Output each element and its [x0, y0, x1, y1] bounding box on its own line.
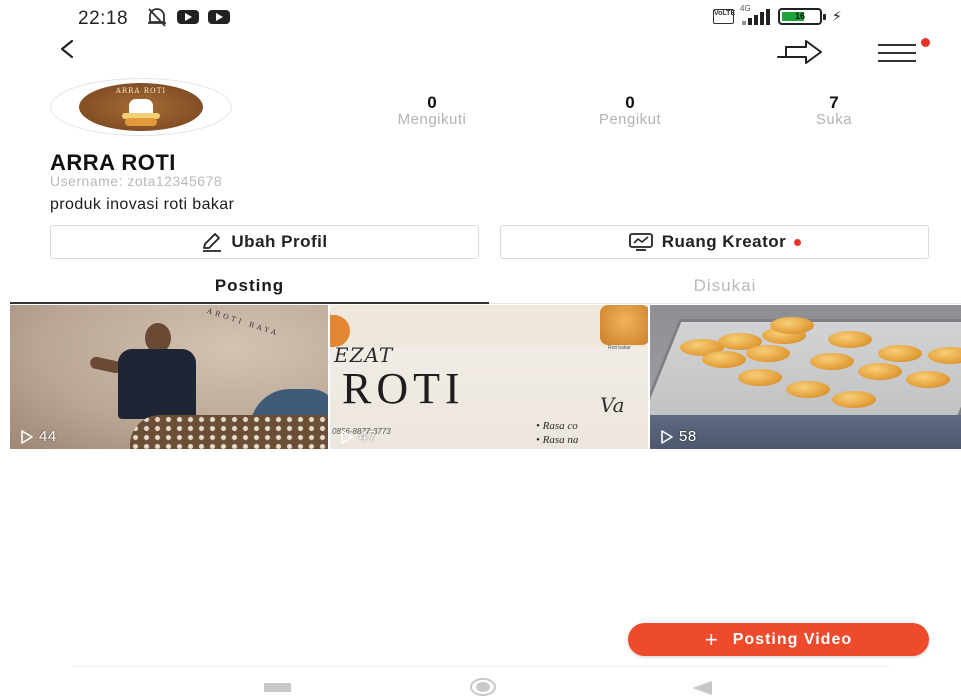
view-count-value: 58: [679, 428, 697, 445]
creator-space-button[interactable]: Ruang Kreator: [500, 225, 929, 259]
mute-notification-icon: [146, 7, 168, 27]
back-icon[interactable]: [56, 36, 82, 62]
pencil-icon: [203, 233, 222, 252]
tab-divider: [489, 303, 961, 304]
battery-level: 16: [794, 11, 805, 21]
recents-icon[interactable]: [264, 683, 291, 692]
battery-icon: 16: [778, 8, 826, 25]
status-bar: 22:18 VoLTE 4G 16 ⚡: [0, 0, 961, 34]
share-icon[interactable]: [775, 38, 825, 66]
signal-icon: 4G: [740, 4, 770, 25]
profile-username: Username: zota12345678: [50, 173, 223, 189]
youtube-icon: [208, 10, 230, 24]
followers-count: 0: [625, 93, 635, 112]
brand-logo: ARRA ROTI: [79, 83, 203, 131]
view-count: 44: [20, 428, 57, 445]
system-back-icon[interactable]: [692, 681, 712, 695]
notification-dot: [921, 38, 930, 47]
stat-followers[interactable]: 0 Pengikut: [568, 94, 692, 129]
video-thumbnail[interactable]: 58: [650, 305, 961, 449]
post-video-button[interactable]: + Posting Video: [628, 623, 929, 656]
view-count-value: 47: [359, 428, 377, 445]
thumbnail-bullets: • Rasa co • Rasa na: [536, 420, 579, 446]
creator-space-label: Ruang Kreator: [661, 232, 787, 251]
analytics-icon: [628, 233, 653, 251]
tab-liked[interactable]: Disukai: [489, 276, 961, 304]
stat-following[interactable]: 0 Mengikuti: [366, 94, 498, 129]
followers-label: Pengikut: [598, 111, 662, 128]
charging-icon: ⚡: [832, 8, 842, 24]
status-time: 22:18: [78, 8, 129, 29]
play-icon: [341, 429, 353, 444]
view-count: 47: [340, 428, 377, 445]
bread-icon: [125, 118, 157, 126]
active-tab-indicator: [10, 302, 489, 304]
status-notification-icons: [146, 7, 230, 27]
notification-dot: [794, 238, 802, 246]
post-video-label: Posting Video: [732, 630, 853, 648]
thumbnail-title: ROTI: [342, 364, 465, 413]
view-count: 58: [660, 428, 697, 445]
following-count: 0: [427, 93, 437, 112]
logo-text: ARRA ROTI: [115, 87, 167, 95]
volte-icon: VoLTE: [713, 9, 735, 24]
view-count-value: 44: [39, 428, 57, 445]
likes-count: 7: [829, 93, 839, 112]
play-icon: [661, 429, 673, 444]
thumbnail-side-text: Va: [600, 393, 625, 417]
likes-label: Suka: [815, 111, 853, 128]
avatar[interactable]: ARRA ROTI: [50, 78, 232, 136]
plus-icon: +: [704, 626, 719, 652]
play-icon: [21, 429, 33, 444]
chef-hat-icon: [129, 99, 153, 114]
menu-icon[interactable]: [878, 40, 918, 66]
following-label: Mengikuti: [397, 111, 467, 128]
network-badge: 4G: [740, 3, 751, 13]
profile-bio: produk inovasi roti bakar: [50, 196, 235, 213]
video-thumbnail[interactable]: Roti bakar EZAT ROTI Va 0856-8877-3773 •…: [330, 305, 648, 449]
video-thumbnail[interactable]: AROTI RAYA 44: [10, 305, 328, 449]
system-nav-divider: [72, 666, 889, 667]
edit-profile-button[interactable]: Ubah Profil: [50, 225, 479, 259]
stat-likes[interactable]: 7 Suka: [784, 94, 884, 129]
home-icon[interactable]: [470, 678, 496, 696]
tab-posting[interactable]: Posting: [10, 276, 489, 304]
edit-profile-label: Ubah Profil: [231, 232, 328, 251]
status-system-icons: VoLTE 4G 16 ⚡: [713, 4, 842, 25]
thumbnail-tag: Roti bakar: [608, 345, 631, 351]
youtube-icon: [177, 10, 199, 24]
